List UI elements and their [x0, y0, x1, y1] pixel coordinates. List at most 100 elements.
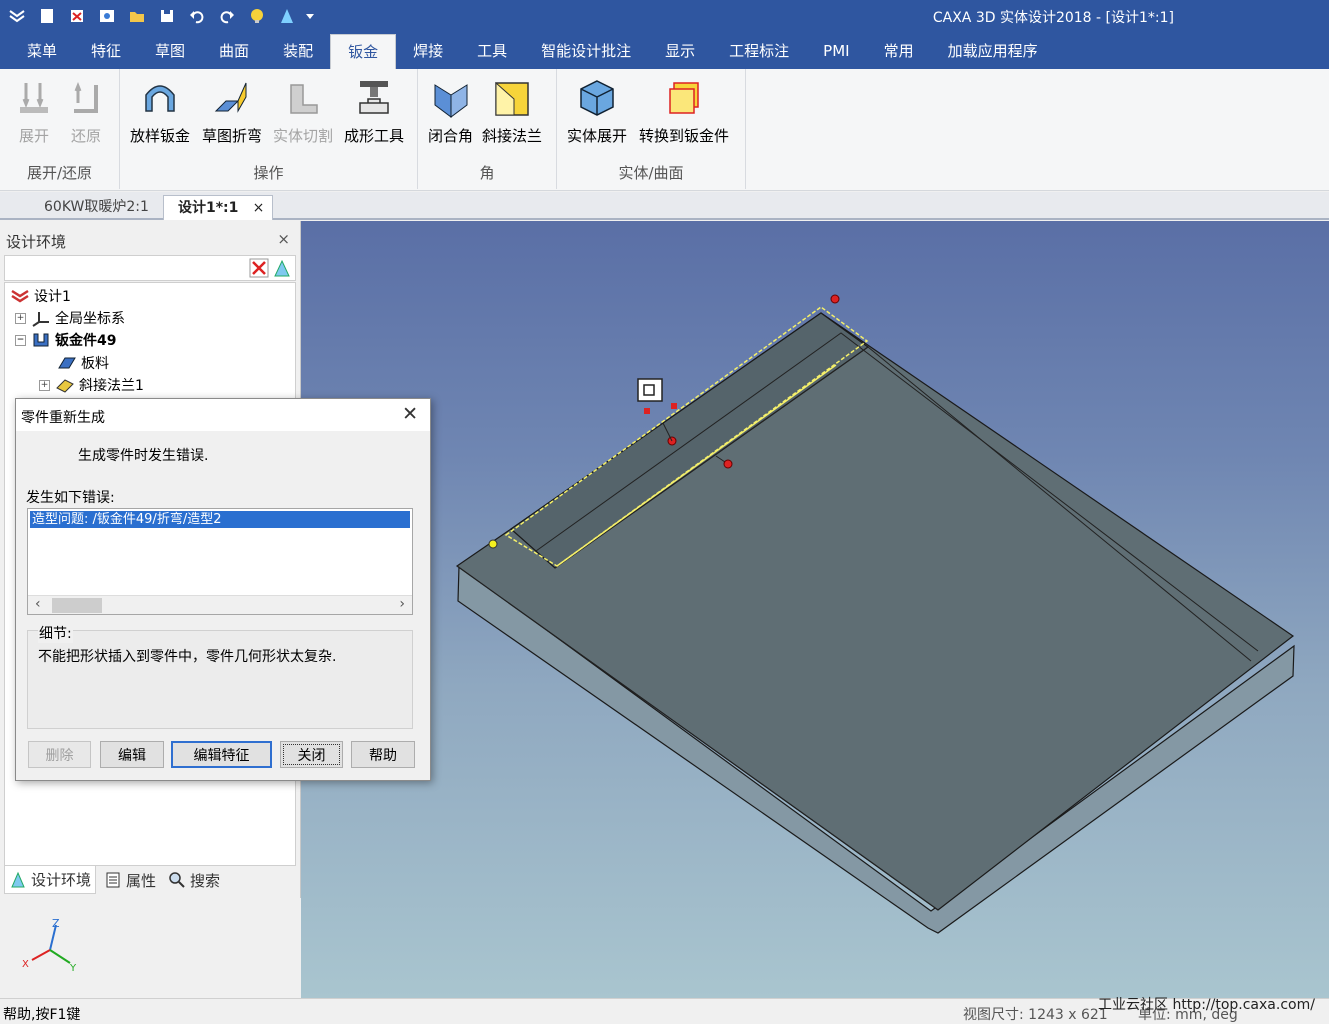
tab-engineering-annotation[interactable]: 工程标注 [712, 34, 806, 69]
tab-pmi[interactable]: PMI [806, 34, 866, 69]
tab-menu[interactable]: 菜单 [10, 34, 74, 69]
doc-tab-heater[interactable]: 60KW取暖炉2:1 [30, 195, 163, 220]
title-bar: CAXA 3D 实体设计2018 - [设计1*:1] [0, 0, 1329, 34]
tree-icon[interactable] [274, 4, 300, 28]
loft-sheetmetal-button[interactable]: 放样钣金 [130, 77, 190, 146]
doc-tab-close-icon[interactable]: × [253, 196, 265, 220]
scroll-right-icon[interactable]: › [399, 596, 405, 612]
tab-smart-annotation[interactable]: 智能设计批注 [524, 34, 648, 69]
handle-point [723, 459, 733, 469]
doc-tab-label: 设计1*:1 [178, 200, 239, 216]
tab-common[interactable]: 常用 [867, 34, 931, 69]
tree-view-icon[interactable] [272, 258, 292, 278]
restore-button[interactable]: 还原 [66, 77, 106, 146]
horizontal-scrollbar[interactable]: ‹ › [28, 595, 412, 614]
scroll-thumb[interactable] [52, 598, 102, 613]
bulb-icon[interactable] [244, 4, 270, 28]
redo-icon[interactable] [214, 4, 240, 28]
tab-search[interactable]: 搜索 [164, 866, 224, 894]
expand-icon[interactable]: + [39, 379, 50, 391]
convert-to-sheetmetal-button[interactable]: 转换到钣金件 [639, 77, 729, 146]
document-tabs: 60KW取暖炉2:1 设计1*:1 × [0, 192, 1329, 220]
new-icon[interactable] [34, 4, 60, 28]
loft-sheetmetal-icon [145, 85, 175, 112]
tab-design-environment[interactable]: 设计环境 [4, 866, 97, 894]
tree-item-design1[interactable]: 设计1 [10, 286, 71, 306]
save-icon[interactable] [154, 4, 180, 28]
edit-feature-button[interactable]: 编辑特征 [171, 741, 272, 768]
status-view-size: 视图尺寸: 1243 x 621 [963, 1007, 1108, 1023]
handle-point [830, 294, 840, 304]
model-top-face [455, 312, 1295, 911]
window-title: CAXA 3D 实体设计2018 - [设计1*:1] [932, 10, 1174, 26]
scroll-left-icon[interactable]: ‹ [35, 596, 41, 612]
dialog-message: 生成零件时发生错误. [78, 448, 209, 464]
tab-sheetmetal[interactable]: 钣金 [330, 34, 397, 69]
app-menu-icon[interactable] [4, 4, 30, 28]
close-corner-button[interactable]: 闭合角 [428, 77, 473, 146]
delete-icon[interactable] [249, 258, 269, 278]
open-folder-icon[interactable] [124, 4, 150, 28]
handle-point [671, 403, 677, 409]
restore-icon [74, 81, 98, 113]
collapse-icon[interactable]: − [15, 334, 26, 346]
dialog-title: 零件重新生成 [21, 410, 105, 426]
tree-item-plate[interactable]: 板料 [57, 353, 109, 373]
convert-to-sheetmetal-icon [669, 82, 699, 114]
tab-feature[interactable]: 特征 [74, 34, 138, 69]
dialog-close-icon[interactable]: ✕ [402, 403, 418, 425]
tab-properties[interactable]: 属性 [100, 866, 160, 894]
tree-item-sheetmetal49[interactable]: − 钣金件49 [15, 330, 116, 350]
unfold-icon [20, 83, 48, 113]
details-label: 细节: [38, 623, 73, 643]
solid-cut-button[interactable]: 实体切割 [273, 77, 333, 146]
tab-weld[interactable]: 焊接 [396, 34, 460, 69]
group-label-unfold: 展开/还原 [26, 164, 93, 182]
flange-icon [56, 379, 74, 393]
tree-item-global-coords[interactable]: + 全局坐标系 [15, 308, 125, 328]
axis-y-label: Y [69, 963, 77, 974]
plate-icon [58, 357, 76, 369]
handle-point [644, 408, 650, 414]
close-corner-icon [434, 84, 467, 118]
ribbon-group-solid-surface: 实体展开 转换到钣金件 实体/曲面 [557, 69, 746, 189]
miter-flange-button[interactable]: 斜接法兰 [482, 77, 542, 146]
edit-button[interactable]: 编辑 [100, 741, 164, 768]
error-list[interactable]: 造型问题: /钣金件49/折弯/造型2 ‹ › [27, 508, 413, 615]
tree-item-miter-flange1[interactable]: + 斜接法兰1 [39, 375, 144, 395]
tab-display[interactable]: 显示 [648, 34, 712, 69]
solid-unfold-button[interactable]: 实体展开 [567, 77, 627, 146]
print-preview-icon[interactable] [94, 4, 120, 28]
sketch-bend-icon [214, 82, 247, 113]
design-icon [11, 289, 29, 303]
watermark: 工业云社区 http://top.caxa.com/ [1098, 997, 1315, 1013]
sketch-bend-button[interactable]: 草图折弯 [202, 77, 262, 146]
error-list-item[interactable]: 造型问题: /钣金件49/折弯/造型2 [29, 510, 411, 529]
panel-close-icon[interactable]: × [277, 230, 290, 248]
group-label-solid-surface: 实体/曲面 [618, 164, 684, 182]
tab-assembly[interactable]: 装配 [266, 34, 330, 69]
anchor-point [488, 539, 498, 549]
help-button[interactable]: 帮助 [351, 741, 415, 768]
tab-sketch[interactable]: 草图 [138, 34, 202, 69]
ribbon-group-unfold: 展开 还原 展开/还原 [0, 69, 120, 189]
tab-surface[interactable]: 曲面 [202, 34, 266, 69]
ribbon-group-operation: 放样钣金 草图折弯 实体切割 成形工具 操作 [120, 69, 418, 189]
close-button[interactable]: 关闭 [280, 741, 343, 768]
undo-icon[interactable] [184, 4, 210, 28]
save-red-icon[interactable] [64, 4, 90, 28]
dropdown-arrow-icon[interactable] [304, 4, 316, 28]
tab-tools[interactable]: 工具 [460, 34, 524, 69]
sheetmetal-icon [33, 333, 49, 347]
solid-unfold-icon [580, 80, 614, 116]
search-icon [169, 872, 185, 888]
forming-tool-button[interactable]: 成形工具 [344, 77, 404, 146]
doc-tab-design1[interactable]: 设计1*:1 × [163, 195, 274, 220]
tab-addins[interactable]: 加载应用程序 [931, 34, 1055, 69]
panel-bottom-tabs: 设计环境 属性 搜索 [4, 866, 296, 894]
delete-button[interactable]: 删除 [28, 741, 91, 768]
3d-viewport[interactable] [301, 221, 1329, 998]
expand-icon[interactable]: + [15, 312, 26, 324]
unfold-button[interactable]: 展开 [14, 77, 54, 146]
panel-title: 设计环境 [6, 233, 67, 251]
